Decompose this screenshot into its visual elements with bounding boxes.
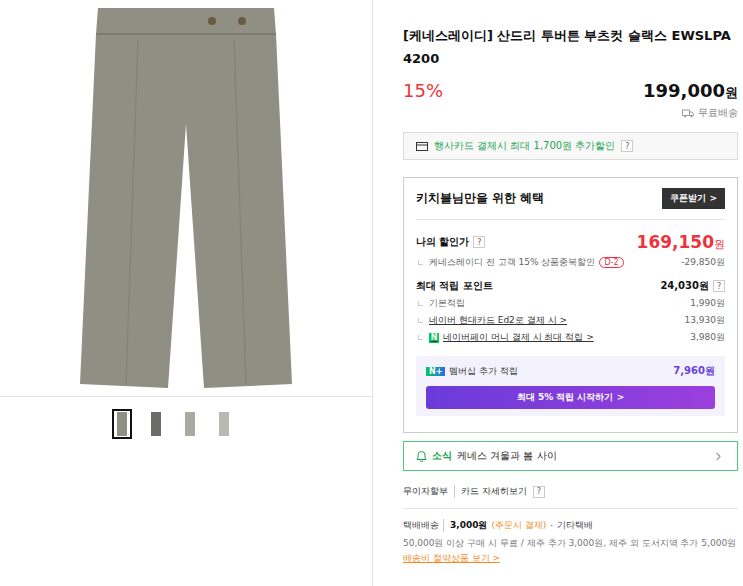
price: 199,000원 <box>643 80 738 102</box>
discount-rate: 15% <box>403 80 443 101</box>
point-detail[interactable]: 네이버 현대카드 Ed2로 결제 시 >13,930원 <box>416 314 725 327</box>
membership-box: N+멤버십 추가 적립7,960원최대 5% 적립 시작하기 > <box>416 356 725 416</box>
help-button[interactable]: ? <box>621 140 633 152</box>
point-detail[interactable]: N네이버페이 머니 결제 시 최대 적립 >3,980원 <box>416 331 725 344</box>
installment-row: 무이자할부 카드 자세히보기? <box>403 485 738 509</box>
coupon-button[interactable]: 쿠폰받기 > <box>662 188 725 209</box>
card-icon <box>416 142 428 151</box>
product-image <box>46 4 326 392</box>
points-row: 최대 적립 포인트24,030원? <box>416 279 725 293</box>
naverpay-logo-icon: N <box>429 333 439 343</box>
product-info: [케네스레이디] 산드리 투버튼 부츠컷 슬랙스 EWSLPA4200 15% 19… <box>373 0 743 586</box>
benefit-box: 키치블님만을 위한 혜택쿠폰받기 > 나의 할인가?169,150원케네스레이디 … <box>403 177 738 433</box>
thumbnail[interactable] <box>214 409 234 439</box>
truck-icon <box>682 109 694 118</box>
my-price-row: 나의 할인가?169,150원 <box>416 232 725 252</box>
product-title: [케네스레이디] 산드리 투버튼 부츠컷 슬랙스 EWSLPA4200 <box>403 24 738 70</box>
installment-item[interactable]: 무이자할부 <box>403 485 448 498</box>
shipping-badge: 무료배송 <box>403 106 738 120</box>
help-button[interactable]: ? <box>533 486 545 498</box>
image-area <box>0 0 372 397</box>
gallery <box>0 0 373 586</box>
help-button[interactable]: ? <box>713 280 725 292</box>
news-box[interactable]: 소식케네스 겨울과 봄 사이 <box>403 441 738 471</box>
membership-button[interactable]: 최대 5% 적립 시작하기 > <box>426 386 715 409</box>
chevron-icon <box>712 450 725 463</box>
bell-icon <box>416 450 427 462</box>
product-page: [케네스레이디] 산드리 투버튼 부츠컷 슬랙스 EWSLPA4200 15% 19… <box>0 0 743 586</box>
thumbnail[interactable] <box>180 409 200 439</box>
help-button[interactable]: ? <box>473 236 485 248</box>
thumbnail-list <box>0 397 372 439</box>
discount-detail: 케네스레이디 전 고객 15% 상품중복할인D-2-29,850원 <box>416 256 725 269</box>
price-row: 15% 199,000원 <box>403 80 738 102</box>
thumbnail[interactable] <box>112 409 132 439</box>
delivery-row: 택배배송3,000원(주문시 결제)·기타택배 <box>403 519 738 532</box>
membership-logo-icon: N+ <box>426 367 445 376</box>
installment-item[interactable]: 카드 자세히보기 <box>454 485 527 498</box>
point-detail: 기본적립1,990원 <box>416 297 725 310</box>
save-shipping-link[interactable]: 배송비 절약상품 보기 > <box>403 552 738 565</box>
card-promo[interactable]: 행사카드 결제시 최대 1,700원 추가할인? <box>403 132 738 160</box>
d-day-badge: D-2 <box>599 257 623 268</box>
thumbnail[interactable] <box>146 409 166 439</box>
delivery-note: 50,000원 이상 구매 시 무료 / 제주 추가 3,000원, 제주 외 … <box>403 536 738 550</box>
benefit-header: 키치블님만을 위한 혜택쿠폰받기 > <box>416 178 725 220</box>
